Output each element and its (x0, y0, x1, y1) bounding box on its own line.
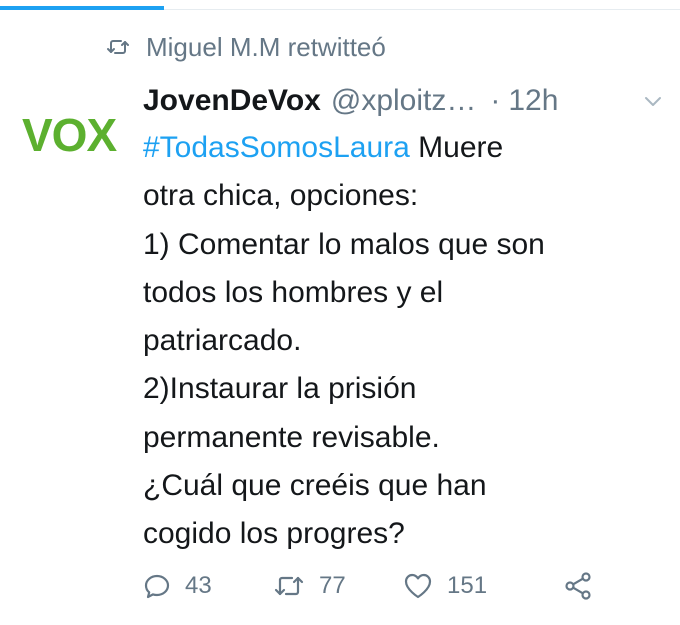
author-display-name[interactable]: JovenDeVox (143, 84, 321, 118)
tweet-text: #TodasSomosLaura Muere otra chica, opcio… (143, 124, 663, 559)
retweet-context[interactable]: Miguel M.M retwitteó (106, 30, 386, 64)
tweet-timestamp[interactable]: 12h (508, 84, 558, 118)
tweet-text-segment: Muere (409, 131, 504, 164)
tweet-line: ¿Cuál que creéis que han (143, 469, 487, 503)
tweet-line: permanente revisable. (143, 420, 440, 454)
retweet-button[interactable]: 77 (273, 572, 403, 600)
like-count: 151 (447, 572, 488, 599)
time-separator: · (490, 84, 501, 117)
like-button[interactable]: 151 (403, 572, 563, 600)
tweet-line: otra chica, opciones: (143, 179, 419, 213)
avatar[interactable]: VOX (22, 112, 126, 158)
share-icon (565, 572, 591, 600)
tweet-line: 2)Instaurar la prisión (143, 372, 417, 406)
share-button[interactable] (563, 571, 593, 601)
retweet-icon (274, 576, 304, 596)
loading-progress-bar (0, 6, 164, 10)
tweet-line: 1) Comentar lo malos que son (143, 227, 545, 261)
tweet-line: todos los hombres y el (143, 275, 444, 309)
tweet-line: cogido los progres? (143, 517, 405, 551)
retweet-count: 77 (319, 572, 346, 599)
top-divider (0, 0, 680, 10)
tweet-line: #TodasSomosLaura Muere (143, 124, 663, 172)
heart-icon (404, 573, 432, 599)
tweet-actions: 43 77 151 (143, 568, 613, 604)
retweet-icon (107, 40, 129, 54)
retweet-context-text: Miguel M.M retwitteó (146, 31, 386, 62)
chevron-down-icon (645, 97, 661, 106)
author-handle[interactable]: @xploitz… (331, 84, 477, 118)
tweet-header: JovenDeVox @xploitz… · 12h (143, 80, 663, 122)
hashtag-link[interactable]: #TodasSomosLaura (143, 131, 410, 164)
tweet-line: patriarcado. (143, 324, 302, 358)
tweet-menu-button[interactable] (643, 91, 663, 111)
reply-button[interactable]: 43 (143, 572, 273, 600)
reply-icon (144, 574, 170, 599)
reply-count: 43 (185, 572, 212, 599)
